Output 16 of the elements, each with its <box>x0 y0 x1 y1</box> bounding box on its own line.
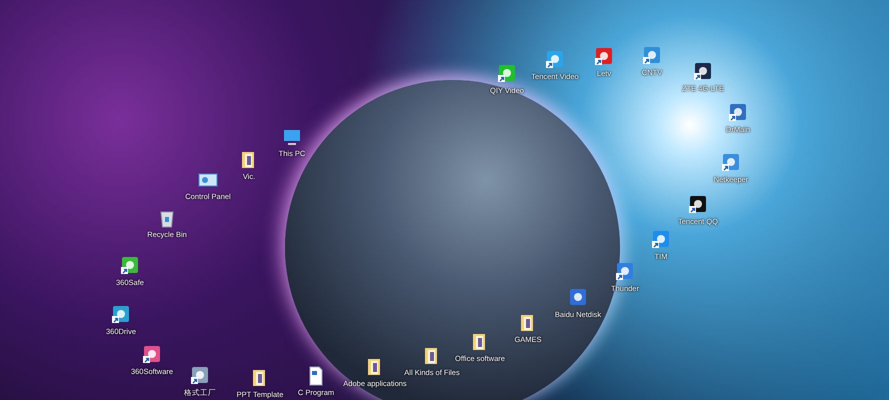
app-icon[interactable] <box>120 256 140 276</box>
app-icon[interactable] <box>111 305 131 325</box>
app-icon[interactable] <box>651 230 671 250</box>
app-icon[interactable] <box>693 62 713 82</box>
app-icon[interactable] <box>545 50 565 70</box>
app-icon[interactable] <box>568 288 588 308</box>
app-icon[interactable] <box>688 195 708 215</box>
app-icon[interactable] <box>642 46 662 66</box>
app-icon[interactable] <box>728 103 748 123</box>
app-icon[interactable] <box>615 262 635 282</box>
computer-icon[interactable] <box>282 127 302 147</box>
app-icon[interactable] <box>721 153 741 173</box>
app-icon[interactable] <box>497 64 517 84</box>
app-icon[interactable] <box>190 366 210 386</box>
app-icon[interactable] <box>594 47 614 67</box>
app-icon[interactable] <box>142 345 162 365</box>
